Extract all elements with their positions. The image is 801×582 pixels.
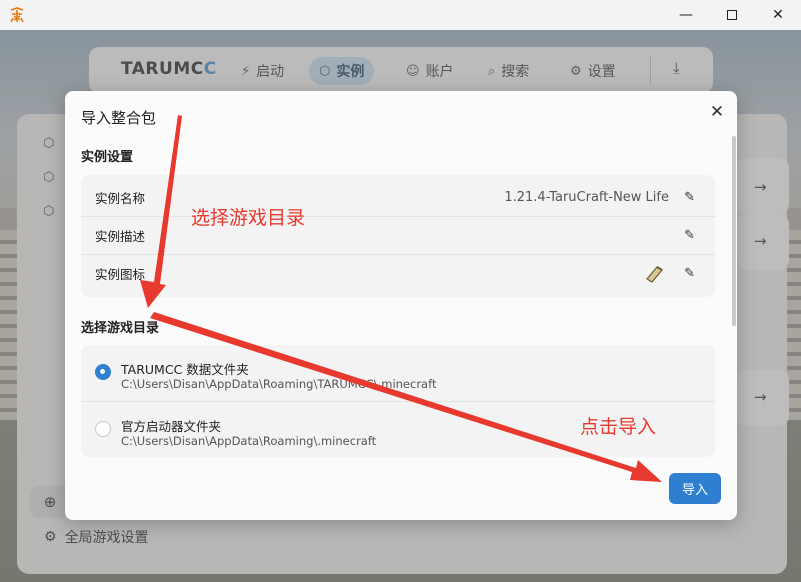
instance-name-row[interactable]: 实例名称 1.21.4-TaruCraft-New Life ✎ [81,178,715,216]
annotation-choose-directory: 选择游戏目录 [191,207,306,229]
app-window: — ✕ TARUMCC ⚡ 启动 ⬡ 实例 ☺ 账户 ⌕ 搜索 ⚙ 设置 ⤓ ⬡… [0,0,801,582]
scrollbar[interactable] [732,136,736,326]
instance-icon-row[interactable]: 实例图标 ✎ [81,254,715,292]
maximize-icon [727,10,737,20]
dialog-title: 导入整合包 [81,109,157,127]
game-directory-card: TARUMCC 数据文件夹 C:\Users\Disan\AppData\Roa… [81,345,715,457]
directory-option-tarumcc[interactable]: TARUMCC 数据文件夹 C:\Users\Disan\AppData\Roa… [81,345,715,401]
close-icon[interactable]: ✕ [706,101,728,123]
close-window-button[interactable]: ✕ [755,0,801,30]
instance-settings-card: 实例名称 1.21.4-TaruCraft-New Life ✎ 实例描述 ✎ … [81,175,715,297]
edit-icon[interactable]: ✎ [684,266,695,281]
app-logo-icon [8,6,26,24]
radio-button[interactable] [95,421,111,437]
instance-settings-heading: 实例设置 [81,150,134,165]
scroll-paper-icon[interactable] [643,264,665,284]
instance-name-value: 1.21.4-TaruCraft-New Life [504,189,669,205]
edit-icon[interactable]: ✎ [684,228,695,243]
title-bar: — ✕ [0,0,801,30]
import-modpack-dialog: 导入整合包 ✕ 实例设置 实例名称 1.21.4-TaruCraft-New L… [65,91,737,520]
instance-description-row[interactable]: 实例描述 ✎ [81,216,715,254]
minimize-button[interactable]: — [663,0,709,30]
game-directory-heading: 选择游戏目录 [81,321,160,336]
annotation-click-import: 点击导入 [580,416,657,438]
import-button[interactable]: 导入 [669,473,721,504]
maximize-button[interactable] [709,0,755,30]
radio-button-checked[interactable] [95,364,111,380]
edit-icon[interactable]: ✎ [684,190,695,205]
